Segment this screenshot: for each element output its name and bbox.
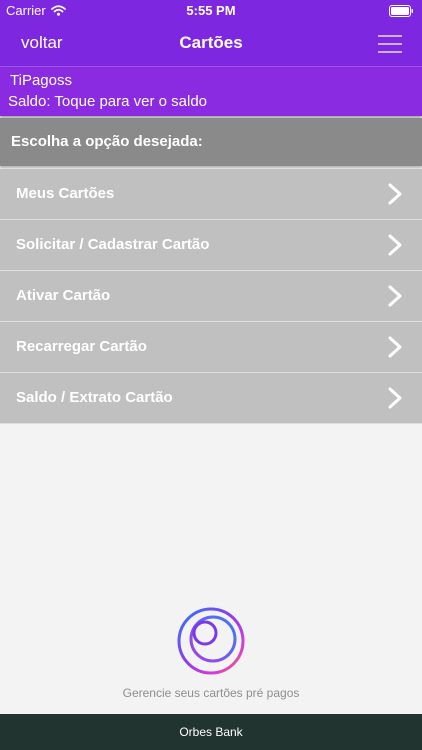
chevron-right-icon	[388, 387, 402, 409]
chevron-right-icon	[388, 285, 402, 307]
menu-item-label: Ativar Cartão	[16, 287, 111, 304]
user-info-bar: TiPagoss Saldo: Toque para ver o saldo	[0, 66, 422, 116]
chevron-right-icon	[388, 234, 402, 256]
battery-icon	[389, 5, 413, 17]
user-name: TiPagoss	[10, 72, 72, 89]
clock: 5:55 PM	[186, 3, 236, 18]
section-header: Escolha a opção desejada:	[0, 118, 422, 166]
menu-item-label: Recarregar Cartão	[16, 338, 147, 355]
menu-item-meus-cartoes[interactable]: Meus Cartões	[0, 169, 422, 220]
nav-bar: voltar Cartões	[0, 22, 422, 66]
menu-item-recarregar[interactable]: Recarregar Cartão	[0, 322, 422, 373]
menu-item-saldo-extrato[interactable]: Saldo / Extrato Cartão	[0, 373, 422, 424]
menu-item-ativar[interactable]: Ativar Cartão	[0, 271, 422, 322]
menu-item-label: Solicitar / Cadastrar Cartão	[16, 236, 210, 253]
menu-item-label: Saldo / Extrato Cartão	[16, 389, 173, 406]
hamburger-menu-icon[interactable]	[378, 34, 402, 54]
tagline: Gerencie seus cartões pré pagos	[122, 686, 300, 700]
footer: Orbes Bank	[0, 714, 422, 750]
status-bar: Carrier 5:55 PM	[0, 0, 422, 22]
page-title: Cartões	[179, 33, 243, 52]
menu-item-solicitar-cadastrar[interactable]: Solicitar / Cadastrar Cartão	[0, 220, 422, 271]
options-menu: Meus Cartões Solicitar / Cadastrar Cartã…	[0, 169, 422, 424]
brand-logo	[177, 607, 245, 675]
menu-item-label: Meus Cartões	[16, 185, 115, 202]
chevron-right-icon	[388, 336, 402, 358]
chevron-right-icon	[388, 183, 402, 205]
balance-button[interactable]: Saldo: Toque para ver o saldo	[8, 93, 207, 110]
